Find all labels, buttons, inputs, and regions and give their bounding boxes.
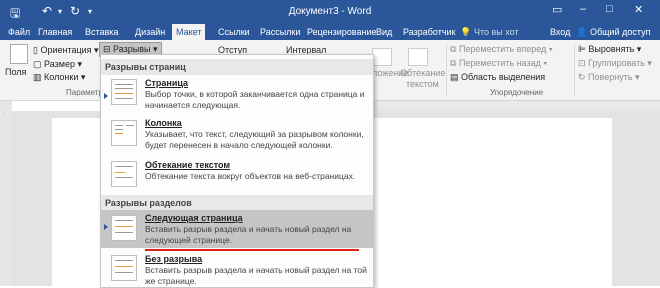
page-setup-group-label: Параметр — [66, 88, 103, 97]
menu-item-title: Колонка — [145, 118, 182, 128]
tab-insert[interactable]: Вставка — [81, 24, 122, 40]
selection-pane-button[interactable]: ▤ Область выделения — [450, 72, 545, 83]
tab-mailings[interactable]: Рассылки — [256, 24, 304, 40]
page-breaks-header: Разрывы страниц — [101, 59, 373, 75]
menu-item-desc: Вставить разрыв раздела и начать новый р… — [145, 265, 367, 286]
bring-forward-button[interactable]: ⧉ Переместить вперед ▾ — [450, 44, 553, 55]
menu-item-title: Без разрыва — [145, 254, 203, 264]
send-backward-label: Переместить назад — [458, 58, 541, 68]
page-break-icon — [111, 79, 137, 105]
share-button[interactable]: Общий доступ — [590, 24, 650, 40]
lightbulb-icon: 💡 — [460, 27, 472, 37]
text-wrapping-icon — [111, 161, 137, 187]
group-label: Группировать — [588, 58, 645, 68]
size-label: Размер — [44, 59, 75, 69]
orientation-button[interactable]: ▯ Ориентация ▾ — [33, 45, 99, 56]
menu-item-desc: Обтекание текста вокруг объектов на веб-… — [145, 171, 356, 181]
selection-marker — [104, 93, 108, 99]
wrap-text-label2: текстом — [406, 79, 439, 89]
next-page-icon — [111, 215, 137, 241]
size-button[interactable]: ▢ Размер ▾ — [33, 59, 82, 70]
ruler-mark: · — [3, 111, 6, 118]
menu-item-desc: Указывает, что текст, следующий за разры… — [145, 129, 364, 150]
selection-pane-label: Область выделения — [461, 72, 546, 82]
columns-button[interactable]: ▥ Колонки ▾ — [33, 72, 85, 83]
title-bar: 🖫 ↶ ▾ ↻ ▾ Документ3 - Word ▭ – □ ✕ — [0, 0, 660, 24]
group-button[interactable]: ⊡ Группировать ▾ — [578, 58, 652, 69]
tab-developer[interactable]: Разработчик — [399, 24, 459, 40]
position-icon — [372, 48, 392, 66]
section-breaks-header: Разрывы разделов — [101, 195, 373, 211]
menu-item-page-break[interactable]: Страница Выбор точки, в которой заканчив… — [101, 75, 373, 115]
tab-view[interactable]: Вид — [372, 24, 396, 40]
tab-file[interactable]: Файл — [4, 24, 34, 40]
sign-in-link[interactable]: Вход — [550, 24, 570, 40]
send-backward-button[interactable]: ⧉ Переместить назад ▾ — [450, 58, 547, 69]
breaks-dropdown-menu: Разрывы страниц Страница Выбор точки, в … — [100, 54, 374, 288]
column-break-icon — [111, 120, 137, 146]
menu-item-continuous[interactable]: Без разрыва Вставить разрыв раздела и на… — [101, 251, 373, 287]
tab-references[interactable]: Ссылки — [214, 24, 254, 40]
menu-item-title: Страница — [145, 78, 189, 88]
wrap-text-button[interactable]: Обтекание — [400, 68, 445, 78]
menu-item-title: Следующая страница — [145, 213, 243, 223]
menu-item-title: Обтекание текстом — [145, 160, 231, 170]
arrange-group-label: Упорядочение — [490, 88, 544, 97]
menu-item-column-break[interactable]: Колонка Указывает, что текст, следующий … — [101, 115, 373, 157]
bring-forward-label: Переместить вперед — [458, 44, 547, 54]
wrap-text-icon — [408, 48, 428, 66]
menu-item-desc: Выбор точки, в которой заканчивается одн… — [145, 89, 365, 110]
align-button[interactable]: ⊫ Выровнять ▾ — [578, 44, 641, 55]
ribbon-separator — [446, 44, 447, 96]
align-label: Выровнять — [588, 44, 635, 54]
close-icon[interactable]: ✕ — [634, 3, 643, 16]
selection-marker — [104, 224, 108, 230]
tab-review[interactable]: Рецензирование — [303, 24, 381, 40]
columns-label: Колонки — [44, 72, 79, 82]
tab-layout[interactable]: Макет — [172, 24, 206, 40]
ribbon-separator — [574, 44, 575, 96]
ribbon-tabs: Файл Главная Вставка Дизайн Макет Ссылки… — [0, 24, 660, 40]
continuous-break-icon — [111, 255, 137, 281]
rotate-button[interactable]: ↻ Повернуть ▾ — [578, 72, 640, 83]
breaks-label: Разрывы — [113, 44, 151, 54]
tell-me-input[interactable]: Что вы хот — [474, 24, 519, 40]
margins-icon — [10, 44, 28, 64]
maximize-icon[interactable]: □ — [606, 3, 613, 15]
tab-home[interactable]: Главная — [34, 24, 76, 40]
minimize-icon[interactable]: – — [580, 3, 586, 15]
tab-design[interactable]: Дизайн — [131, 24, 169, 40]
rotate-label: Повернуть — [588, 72, 633, 82]
person-icon: 👤 — [576, 27, 588, 37]
menu-item-text-wrapping[interactable]: Обтекание текстом Обтекание текста вокру… — [101, 157, 373, 193]
vertical-ruler: · — [0, 101, 12, 286]
menu-item-desc: Вставить разрыв раздела и начать новый р… — [145, 224, 352, 245]
ribbon-options-icon[interactable]: ▭ — [552, 3, 562, 16]
menu-item-next-page[interactable]: Следующая страница Вставить разрыв разде… — [101, 210, 373, 248]
orientation-label: Ориентация — [40, 45, 92, 55]
margins-button[interactable]: Поля — [5, 67, 26, 77]
